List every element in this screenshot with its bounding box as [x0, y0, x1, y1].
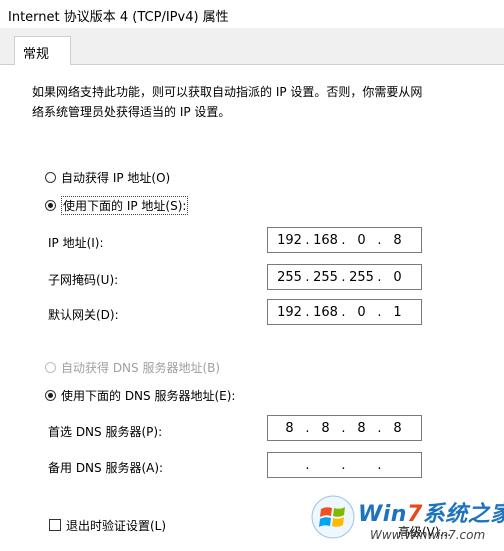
title-bar: Internet 协议版本 4 (TCP/IPv4) 属性	[0, 0, 504, 28]
ip-manual-label: 使用下面的 IP 地址(S):	[61, 195, 189, 215]
ip-address-input[interactable]: 192 . 168 . 0 . 8	[267, 227, 422, 253]
ip-dot: .	[377, 269, 382, 285]
preferred-dns-octet-1: 8	[285, 420, 294, 436]
ip-auto-option[interactable]: 自动获得 IP 地址(O)	[45, 168, 170, 186]
ip-dot: .	[341, 304, 346, 320]
ip-address-octet-4: 8	[393, 232, 402, 248]
preferred-dns-label: 首选 DNS 服务器(P):	[48, 425, 163, 439]
tab-general[interactable]: 常规	[14, 36, 71, 65]
ip-dot: .	[377, 420, 382, 436]
ip-address-octet-1: 192	[277, 232, 302, 248]
preferred-dns-octet-4: 8	[393, 420, 402, 436]
gateway-octet-3: 0	[357, 304, 366, 320]
ip-address-octet-3: 0	[357, 232, 366, 248]
ip-dot: .	[305, 232, 310, 248]
ip-address-octet-2: 168	[313, 232, 338, 248]
gateway-label: 默认网关(D):	[48, 308, 119, 322]
ip-auto-label: 自动获得 IP 地址(O)	[61, 170, 171, 185]
subnet-mask-input[interactable]: 255 . 255 . 255 . 0	[267, 264, 422, 290]
window-title: Internet 协议版本 4 (TCP/IPv4) 属性	[8, 10, 229, 25]
dns-auto-label: 自动获得 DNS 服务器地址(B)	[61, 360, 221, 375]
ip-dot: .	[377, 232, 382, 248]
subnet-octet-1: 255	[277, 269, 302, 285]
validate-label: 退出时验证设置(L)	[66, 518, 167, 533]
watermark-brand-seven: 7	[406, 502, 423, 527]
preferred-dns-octet-3: 8	[357, 420, 366, 436]
gateway-octet-4: 1	[393, 304, 402, 320]
subnet-mask-label: 子网掩码(U):	[48, 273, 119, 287]
ip-address-label: IP 地址(I):	[48, 236, 104, 250]
tab-general-label: 常规	[23, 47, 50, 62]
ip-manual-option[interactable]: 使用下面的 IP 地址(S):	[45, 195, 189, 215]
preferred-dns-input[interactable]: 8 . 8 . 8 . 8	[267, 415, 422, 441]
watermark-brand: Win7系统之家	[358, 496, 504, 528]
watermark-url: Www.Winwin7.com	[370, 528, 486, 542]
subnet-octet-2: 255	[313, 269, 338, 285]
ip-dot: .	[377, 457, 382, 473]
description-line-1: 如果网络支持此功能，则可以获取自动指派的 IP 设置。否则，你需要从网	[32, 85, 423, 99]
gateway-octet-2: 168	[313, 304, 338, 320]
dns-auto-option[interactable]: 自动获得 DNS 服务器地址(B)	[45, 358, 220, 376]
validate-option[interactable]: 退出时验证设置(L)	[49, 516, 166, 534]
ip-dot: .	[341, 420, 346, 436]
dns-manual-radio[interactable]	[45, 389, 56, 401]
ip-dot: .	[305, 304, 310, 320]
watermark-brand-win: Win	[358, 502, 407, 527]
dns-manual-option[interactable]: 使用下面的 DNS 服务器地址(E):	[45, 386, 235, 404]
gateway-octet-1: 192	[277, 304, 302, 320]
subnet-octet-4: 0	[393, 269, 402, 285]
ip-dot: .	[341, 232, 346, 248]
ip-dot: .	[341, 269, 346, 285]
ip-dot: .	[305, 457, 310, 473]
dns-manual-label: 使用下面的 DNS 服务器地址(E):	[61, 388, 236, 403]
ip-dot: .	[305, 420, 310, 436]
description-line-2: 络系统管理员处获得适当的 IP 设置。	[32, 105, 231, 119]
subnet-octet-3: 255	[349, 269, 374, 285]
validate-checkbox[interactable]	[49, 519, 61, 531]
ip-manual-radio[interactable]	[45, 199, 56, 211]
alternate-dns-label: 备用 DNS 服务器(A):	[48, 461, 164, 475]
tab-strip	[0, 28, 504, 65]
ip-dot: .	[305, 269, 310, 285]
watermark: Win7系统之家 Www.Winwin7.com	[300, 488, 504, 551]
dns-auto-radio[interactable]	[45, 361, 56, 373]
gateway-input[interactable]: 192 . 168 . 0 . 1	[267, 299, 422, 325]
ip-dot: .	[377, 304, 382, 320]
alternate-dns-input[interactable]: . . .	[267, 452, 422, 478]
ip-auto-radio[interactable]	[45, 171, 56, 183]
ip-dot: .	[341, 457, 346, 473]
watermark-brand-cn: 系统之家	[422, 502, 504, 527]
description-text: 如果网络支持此功能，则可以获取自动指派的 IP 设置。否则，你需要从网 络系统管…	[32, 82, 472, 122]
windows-logo-icon	[311, 495, 355, 539]
preferred-dns-octet-2: 8	[321, 420, 330, 436]
